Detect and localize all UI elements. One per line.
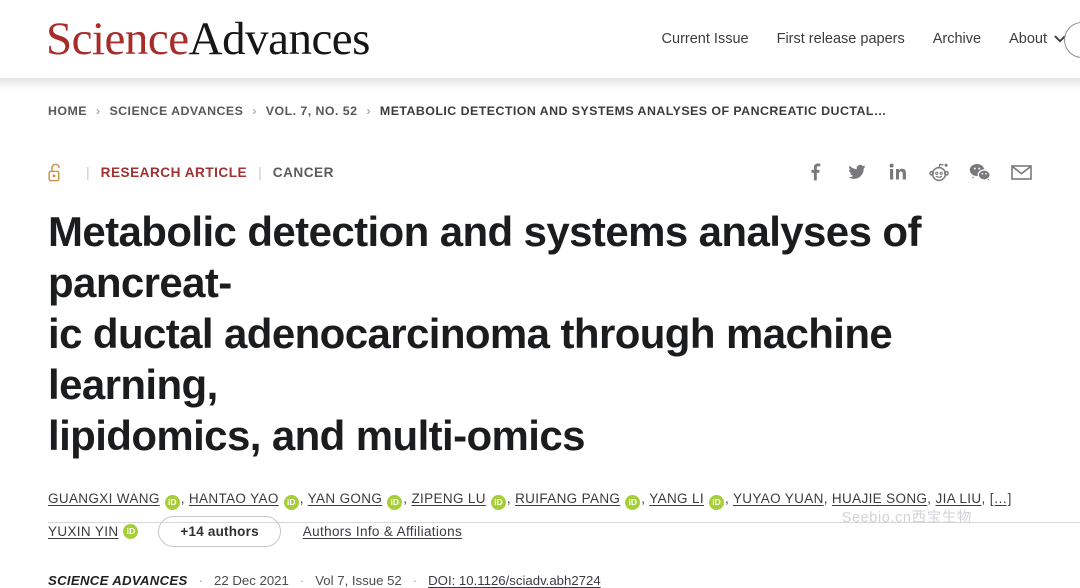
authors-truncation-toggle[interactable]: […] xyxy=(990,491,1012,506)
breadcrumb-separator: › xyxy=(95,104,101,118)
citation-journal: SCIENCE ADVANCES xyxy=(48,573,188,588)
logo-science: Science xyxy=(46,12,189,65)
reddit-icon[interactable] xyxy=(928,161,950,183)
meta-divider: | xyxy=(86,164,90,180)
account-circle-icon[interactable] xyxy=(1064,22,1080,58)
author-link[interactable]: HUAJIE SONG xyxy=(832,491,927,506)
logo-advances: Advances xyxy=(188,12,371,65)
facebook-icon[interactable] xyxy=(805,161,827,183)
breadcrumb-separator: › xyxy=(252,104,257,118)
breadcrumb-item-home[interactable]: HOME xyxy=(48,104,87,118)
title-line-2: ic ductal adenocarcinoma through machine… xyxy=(48,310,893,408)
author-link[interactable]: YANG LI xyxy=(649,491,704,506)
wechat-icon[interactable] xyxy=(969,161,991,183)
main-navigation: Current Issue First release papers Archi… xyxy=(662,31,1080,47)
author-link[interactable]: ZIPENG LU xyxy=(411,491,485,506)
article-topic-label[interactable]: CANCER xyxy=(273,165,334,180)
nav-about[interactable]: About xyxy=(1009,31,1066,47)
page-title: Metabolic detection and systems analyses… xyxy=(48,206,1032,461)
orcid-icon[interactable]: iD xyxy=(387,495,403,510)
article-type-label[interactable]: RESEARCH ARTICLE xyxy=(101,165,247,180)
authors-info-affiliations-link[interactable]: Authors Info & Affiliations xyxy=(303,524,462,539)
nav-archive[interactable]: Archive xyxy=(933,31,981,47)
title-line-3: lipidomics, and multi-omics xyxy=(48,412,585,459)
author-link[interactable]: HANTAO YAO xyxy=(189,491,279,506)
orcid-icon[interactable]: iD xyxy=(708,495,724,510)
meta-divider: | xyxy=(258,164,262,180)
nav-about-label: About xyxy=(1009,31,1047,47)
citation-separator: · xyxy=(198,573,204,588)
breadcrumb-item-volume-issue[interactable]: VOL. 7, NO. 52 xyxy=(266,104,358,118)
orcid-icon[interactable]: iD xyxy=(283,495,299,510)
citation-row: SCIENCE ADVANCES · 22 Dec 2021 · Vol 7, … xyxy=(48,573,1032,588)
breadcrumb-item-science-advances[interactable]: SCIENCE ADVANCES xyxy=(109,104,243,118)
more-authors-button[interactable]: +14 authors xyxy=(158,516,281,547)
social-share-row xyxy=(805,161,1032,183)
orcid-icon[interactable]: iD xyxy=(123,524,139,539)
breadcrumb-separator: › xyxy=(366,104,371,118)
orcid-icon[interactable]: iD xyxy=(490,495,506,510)
header-divider xyxy=(0,78,1080,90)
orcid-icon[interactable]: iD xyxy=(625,495,641,510)
author-link[interactable]: JIA LIU xyxy=(936,491,982,506)
site-header: ScienceAdvances Current Issue First rele… xyxy=(0,0,1080,78)
breadcrumb: HOME › SCIENCE ADVANCES › VOL. 7, NO. 52… xyxy=(0,90,1080,118)
article-meta-row: | RESEARCH ARTICLE | CANCER xyxy=(48,160,1032,184)
orcid-icon[interactable]: iD xyxy=(164,495,180,510)
citation-date: 22 Dec 2021 xyxy=(214,573,289,588)
open-padlock-icon xyxy=(48,163,63,182)
citation-volume-issue: Vol 7, Issue 52 xyxy=(315,573,402,588)
email-icon[interactable] xyxy=(1010,161,1032,183)
title-line-1: Metabolic detection and systems analyses… xyxy=(48,208,921,306)
nav-current-issue[interactable]: Current Issue xyxy=(662,31,749,47)
nav-first-release-papers[interactable]: First release papers xyxy=(777,31,905,47)
site-logo[interactable]: ScienceAdvances xyxy=(46,12,371,65)
author-link[interactable]: YAN GONG xyxy=(308,491,383,506)
linkedin-icon[interactable] xyxy=(887,161,909,183)
citation-separator: · xyxy=(299,573,305,588)
author-link[interactable]: RUIFANG PANG xyxy=(515,491,620,506)
citation-doi-link[interactable]: DOI: 10.1126/sciadv.abh2724 xyxy=(428,573,601,588)
author-link[interactable]: YUYAO YUAN xyxy=(733,491,824,506)
author-link[interactable]: GUANGXI WANG xyxy=(48,491,160,506)
twitter-icon[interactable] xyxy=(846,161,868,183)
citation-separator: · xyxy=(412,573,418,588)
author-link[interactable]: YUXIN YIN xyxy=(48,524,118,539)
breadcrumb-item-article: METABOLIC DETECTION AND SYSTEMS ANALYSES… xyxy=(379,104,887,118)
watermark: Seebio.cn西宝生物 xyxy=(841,510,972,526)
